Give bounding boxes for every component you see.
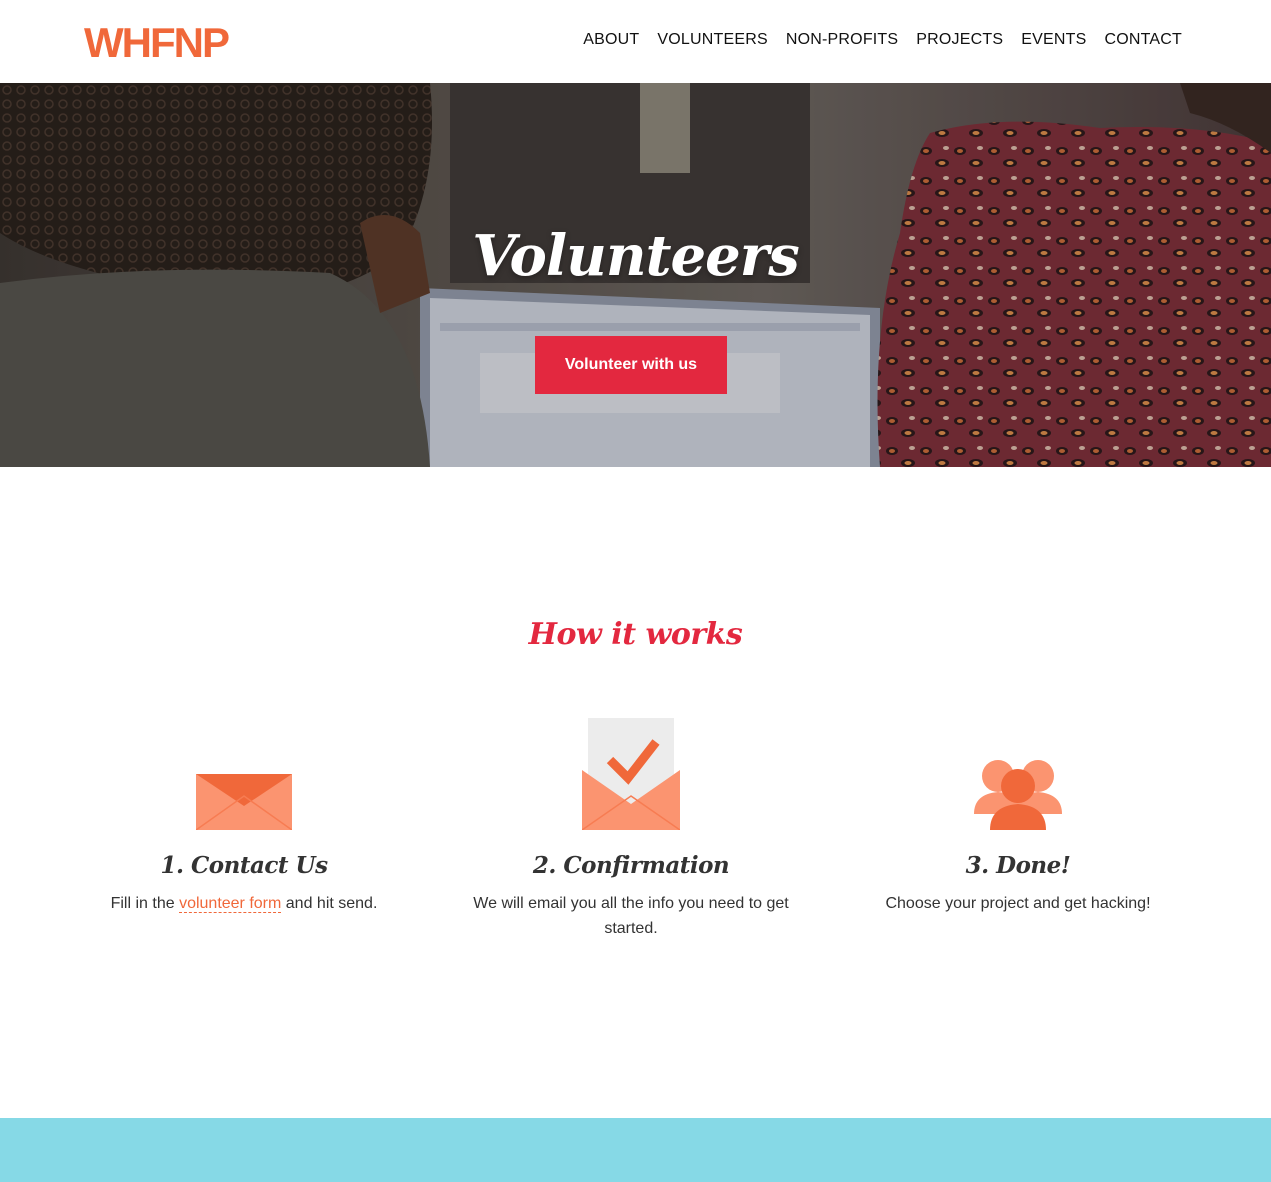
nav-events[interactable]: EVENTS	[1021, 30, 1086, 50]
step-confirmation: 2. Confirmation We will email you all th…	[451, 710, 811, 941]
nav-about[interactable]: ABOUT	[583, 30, 639, 50]
main-nav: ABOUT VOLUNTEERS NON-PROFITS PROJECTS EV…	[565, 30, 1182, 50]
logo-text: WHFNP	[84, 22, 229, 62]
group-icon	[974, 760, 1062, 830]
hero-title: Volunteers	[472, 223, 800, 289]
step-1-text-before: Fill in the	[110, 895, 180, 912]
confirmation-envelope-icon	[582, 718, 680, 830]
step-3-text: Choose your project and get hacking!	[885, 895, 1151, 912]
step-1-text: Fill in the volunteer form and hit send.	[64, 891, 424, 916]
nav-projects[interactable]: PROJECTS	[916, 30, 1003, 50]
volunteer-with-us-button[interactable]: Volunteer with us	[535, 336, 727, 394]
envelope-icon	[196, 774, 292, 830]
step-done: 3. Done! Choose your project and get hac…	[838, 710, 1198, 916]
step-contact-us: 1. Contact Us Fill in the volunteer form…	[64, 710, 424, 916]
hero-banner: Volunteers Volunteer with us	[0, 83, 1271, 467]
step-1-text-after: and hit send.	[281, 895, 378, 912]
site-header: WHFNP ABOUT VOLUNTEERS NON-PROFITS PROJE…	[0, 0, 1271, 83]
nav-contact[interactable]: CONTACT	[1104, 30, 1182, 50]
footer-band	[0, 1118, 1271, 1182]
volunteer-form-link[interactable]: volunteer form	[179, 895, 282, 913]
step-2-title: 2. Confirmation	[532, 852, 730, 879]
step-3-title: 3. Done!	[965, 852, 1071, 879]
nav-volunteers[interactable]: VOLUNTEERS	[657, 30, 767, 50]
step-2-text: We will email you all the info you need …	[473, 895, 789, 937]
how-it-works-heading: How it works	[528, 617, 743, 652]
site-logo[interactable]: WHFNP	[84, 22, 284, 62]
step-1-title: 1. Contact Us	[160, 852, 328, 879]
nav-non-profits[interactable]: NON-PROFITS	[786, 30, 898, 50]
